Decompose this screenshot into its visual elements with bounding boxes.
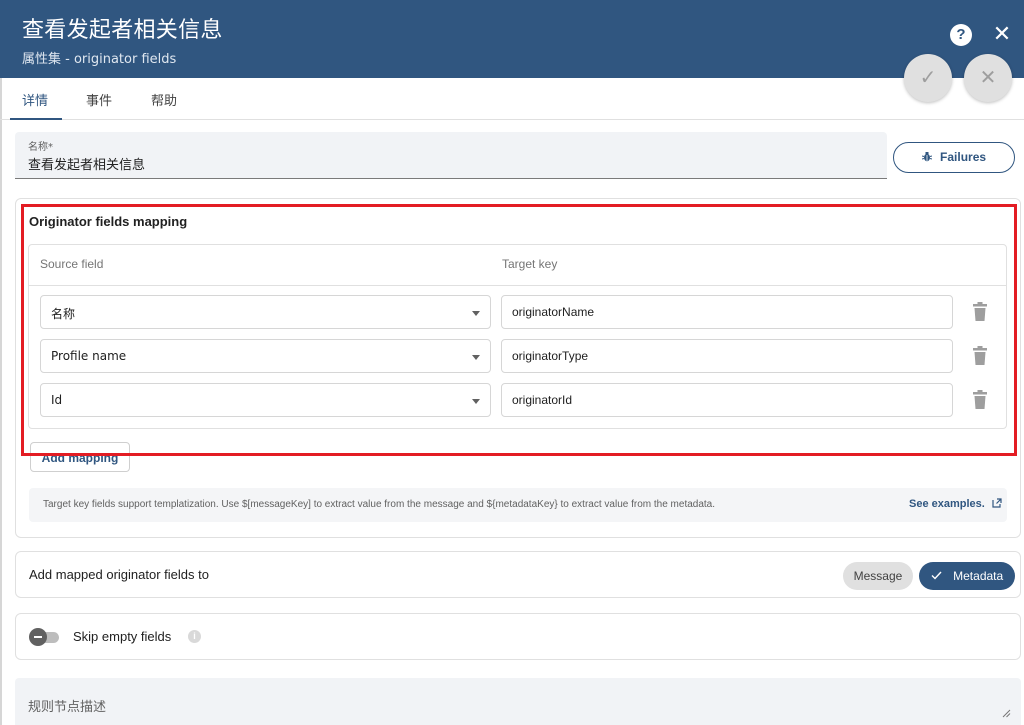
target-key-input[interactable]: originatorType (501, 339, 953, 373)
name-field-value[interactable]: 查看发起者相关信息 (28, 154, 145, 173)
dropdown-arrow-icon (472, 311, 480, 316)
add-to-label: Add mapped originator fields to (29, 567, 209, 582)
bug-icon (921, 152, 935, 164)
name-field[interactable]: 名称* 查看发起者相关信息 (15, 132, 887, 179)
target-key-input[interactable]: originatorName (501, 295, 953, 329)
target-key-value: originatorName (512, 305, 595, 319)
delete-icon[interactable] (971, 346, 989, 366)
close-icon[interactable]: ✕ (990, 20, 1014, 48)
check-icon (931, 569, 953, 583)
templatization-hint: Target key fields support templatization… (29, 488, 1007, 522)
toggle-knob[interactable] (29, 628, 47, 646)
dialog-header: 查看发起者相关信息 属性集 - originator fields ? ✕ (0, 0, 1024, 78)
hint-text: Target key fields support templatization… (43, 499, 716, 510)
target-key-value: originatorType (512, 349, 589, 363)
column-header-target: Target key (502, 257, 558, 271)
source-field-value: 名称 (51, 307, 76, 321)
target-key-input[interactable]: originatorId (501, 383, 953, 417)
resize-handle-icon[interactable] (1001, 708, 1011, 718)
failures-button[interactable]: Failures (893, 142, 1015, 173)
failures-label: Failures (940, 150, 987, 164)
tab-help[interactable]: 帮助 (151, 90, 177, 109)
skip-empty-row: Skip empty fields i (15, 613, 1021, 660)
message-option[interactable]: Message (843, 562, 913, 590)
target-key-value: originatorId (512, 393, 573, 407)
help-icon[interactable]: ? (950, 24, 972, 46)
panel-edge (0, 78, 2, 725)
active-tab-indicator (10, 118, 62, 120)
delete-icon[interactable] (971, 302, 989, 322)
dialog-title: 查看发起者相关信息 (22, 18, 223, 43)
dialog-subtitle: 属性集 - originator fields (22, 52, 177, 67)
source-field-select[interactable]: Profile name (40, 339, 491, 373)
tab-events[interactable]: 事件 (86, 90, 112, 109)
open-external-icon (992, 498, 1002, 508)
see-examples-link[interactable]: See examples. (909, 498, 1002, 510)
source-field-value: Profile name (51, 349, 127, 363)
add-to-row: Add mapped originator fields to Message … (15, 551, 1021, 598)
dropdown-arrow-icon (472, 399, 480, 404)
header-divider (29, 285, 1006, 286)
column-header-source: Source field (40, 257, 104, 271)
tab-details[interactable]: 详情 (22, 90, 48, 109)
source-field-select[interactable]: 名称 (40, 295, 491, 329)
description-field[interactable]: 规则节点描述 (15, 678, 1021, 725)
description-placeholder: 规则节点描述 (28, 700, 107, 715)
mapping-title: Originator fields mapping (29, 214, 188, 229)
source-field-value: Id (51, 393, 63, 407)
metadata-option[interactable]: Metadata (919, 562, 1015, 590)
source-field-select[interactable]: Id (40, 383, 491, 417)
skip-empty-label: Skip empty fields (73, 629, 172, 644)
info-icon[interactable]: i (188, 630, 201, 643)
delete-icon[interactable] (971, 390, 989, 410)
tab-bar: 详情 事件 帮助 (0, 78, 1024, 120)
dropdown-arrow-icon (472, 355, 480, 360)
add-mapping-button[interactable]: Add mapping (30, 442, 130, 472)
name-field-label: 名称* (28, 142, 53, 153)
